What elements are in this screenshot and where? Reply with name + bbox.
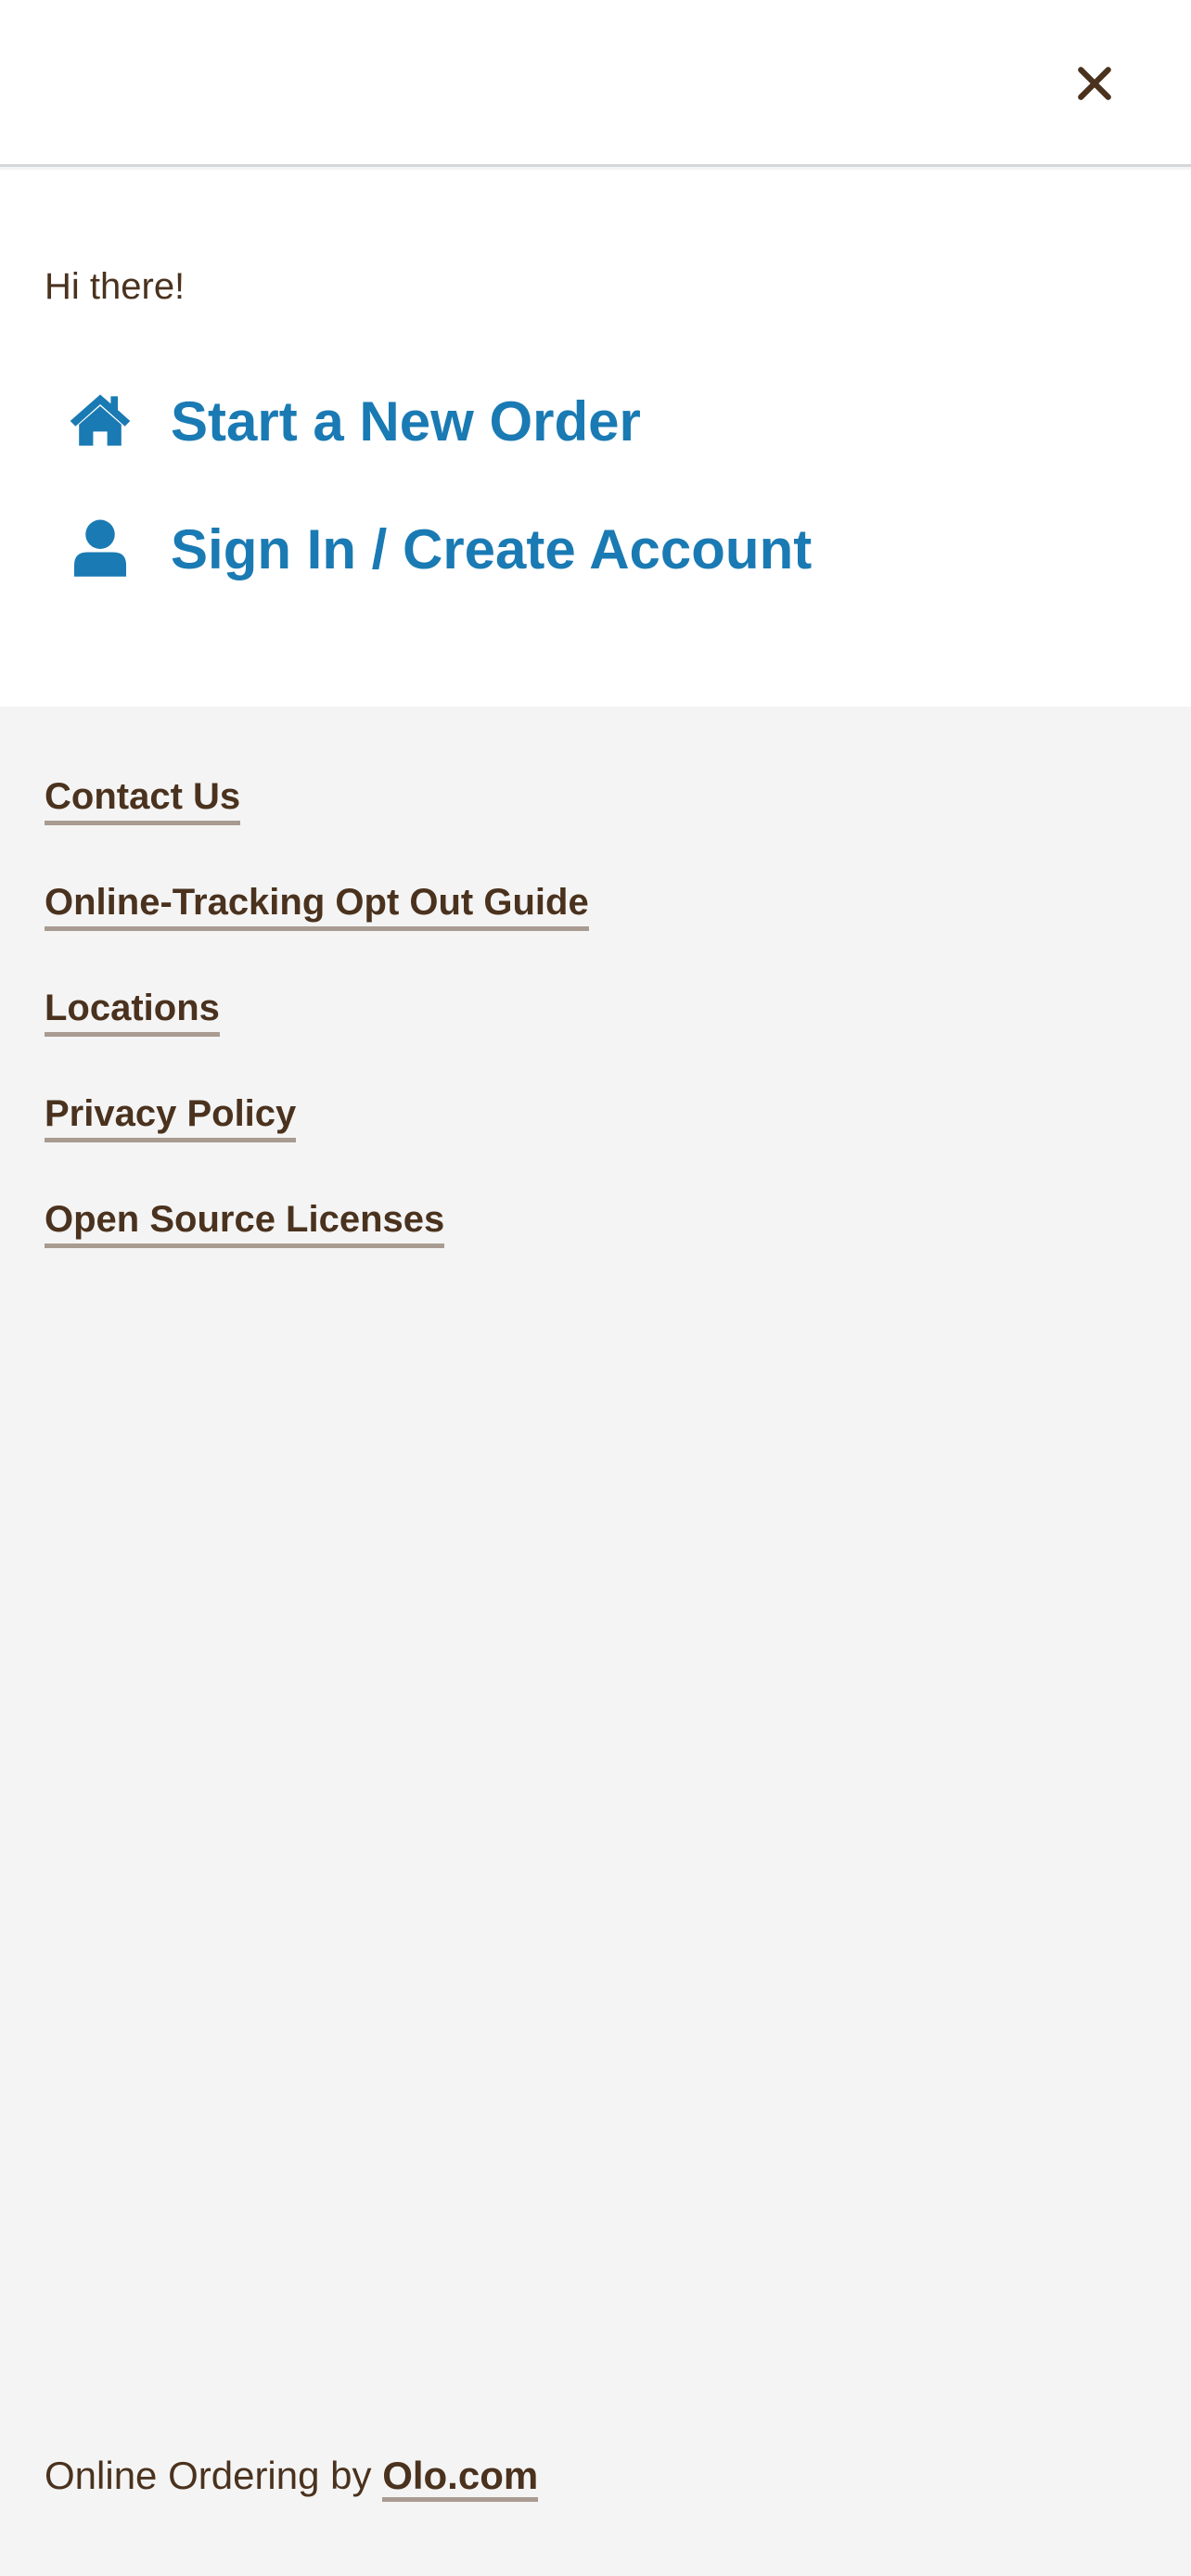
powered-by-text: Online Ordering by Olo.com bbox=[45, 2453, 539, 2502]
sign-in-create-account-link[interactable]: Sign In / Create Account bbox=[63, 507, 812, 591]
greeting-text: Hi there! bbox=[45, 266, 186, 307]
olo-link[interactable]: Olo.com bbox=[382, 2454, 539, 2502]
home-icon bbox=[63, 384, 137, 458]
close-menu-button[interactable] bbox=[1057, 46, 1132, 121]
start-new-order-label: Start a New Order bbox=[171, 389, 641, 453]
side-menu-page: Hi there! Start a New Order Sign In / Cr… bbox=[0, 0, 1191, 2576]
close-icon bbox=[1078, 67, 1111, 100]
menu-panel: Hi there! Start a New Order Sign In / Cr… bbox=[0, 170, 1191, 707]
start-new-order-link[interactable]: Start a New Order bbox=[63, 379, 641, 463]
sign-in-create-account-label: Sign In / Create Account bbox=[171, 517, 813, 580]
user-icon bbox=[63, 512, 137, 586]
privacy-policy-link[interactable]: Privacy Policy bbox=[45, 1091, 297, 1142]
open-source-licenses-link[interactable]: Open Source Licenses bbox=[45, 1197, 445, 1248]
menu-header bbox=[0, 0, 1191, 167]
contact-us-link[interactable]: Contact Us bbox=[45, 774, 241, 825]
locations-link[interactable]: Locations bbox=[45, 986, 220, 1037]
footer-links: Contact Us Online-Tracking Opt Out Guide… bbox=[45, 774, 589, 1303]
powered-by-prefix: Online Ordering by bbox=[45, 2454, 372, 2497]
online-tracking-opt-out-link[interactable]: Online-Tracking Opt Out Guide bbox=[45, 880, 589, 931]
